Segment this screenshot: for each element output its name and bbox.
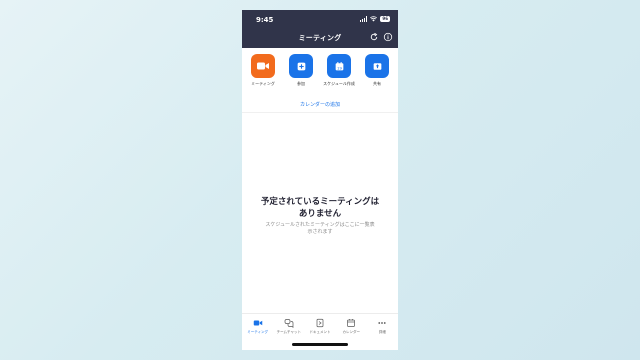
status-icons: 96 (359, 16, 390, 22)
share-tile[interactable] (365, 54, 389, 78)
share-label: 共有 (373, 81, 381, 86)
tab-team-chat-label: チームチャット (276, 330, 301, 334)
refresh-icon[interactable] (369, 32, 379, 42)
status-time: 9:45 (256, 16, 274, 24)
empty-title-line1: 予定されているミーティングは (260, 197, 380, 207)
tab-team-chat[interactable]: チームチャット (273, 314, 304, 340)
cellular-signal-icon (359, 16, 368, 22)
action-buttons: ミーティング 参加 19 スケジュール作成 共有 (242, 54, 398, 100)
schedule-button[interactable]: 19 スケジュール作成 (323, 54, 355, 100)
document-icon (316, 318, 324, 328)
app-header: 9:45 96 ミーティング (242, 10, 398, 48)
bottom-tab-bar: ミーティング チームチャット ドキュメント カレンダー 詳細 (242, 313, 398, 340)
tab-documents-label: ドキュメント (309, 330, 331, 334)
join-label: 参加 (297, 81, 305, 86)
add-calendar-link[interactable]: カレンダーの追加 (242, 101, 398, 108)
tab-calendar[interactable]: カレンダー (336, 314, 367, 340)
new-meeting-label: ミーティング (251, 81, 275, 86)
new-meeting-button[interactable]: ミーティング (248, 54, 278, 100)
phone-screen: 9:45 96 ミーティング ミーティング 参加 19 スケジュール作成 共有 … (242, 10, 398, 350)
share-up-arrow-icon (373, 62, 381, 70)
svg-text:19: 19 (337, 65, 342, 70)
tab-meetings[interactable]: ミーティング (242, 314, 273, 340)
tab-documents[interactable]: ドキュメント (304, 314, 335, 340)
empty-state-title: 予定されているミーティングは ありません (252, 196, 388, 220)
join-tile[interactable] (289, 54, 313, 78)
join-button[interactable]: 参加 (286, 54, 316, 100)
share-button[interactable]: 共有 (362, 54, 392, 100)
empty-title-line2: ありません (298, 209, 342, 219)
home-indicator[interactable] (292, 343, 348, 346)
video-camera-icon (253, 320, 262, 326)
schedule-tile[interactable]: 19 (327, 54, 351, 78)
wifi-icon (370, 16, 378, 22)
calendar-icon: 19 (335, 61, 343, 70)
plus-icon (297, 62, 305, 70)
new-meeting-tile[interactable] (251, 54, 275, 78)
battery-icon: 96 (380, 16, 390, 22)
info-icon[interactable] (383, 32, 393, 42)
schedule-label: スケジュール作成 (323, 81, 355, 86)
empty-desc-line2: 示されます (307, 229, 333, 235)
empty-state-description: スケジュールされたミーティングはここに一覧表 示されます (254, 222, 386, 236)
video-camera-icon (257, 62, 269, 70)
divider (242, 112, 398, 113)
calendar-icon (347, 319, 356, 327)
tab-more-label: 詳細 (378, 330, 386, 334)
chat-bubbles-icon (284, 319, 294, 328)
tab-calendar-label: カレンダー (342, 330, 360, 334)
more-dots-icon (378, 322, 387, 324)
empty-desc-line1: スケジュールされたミーティングはここに一覧表 (265, 222, 375, 228)
tab-more[interactable]: 詳細 (367, 314, 398, 340)
tab-meetings-label: ミーティング (247, 330, 268, 334)
